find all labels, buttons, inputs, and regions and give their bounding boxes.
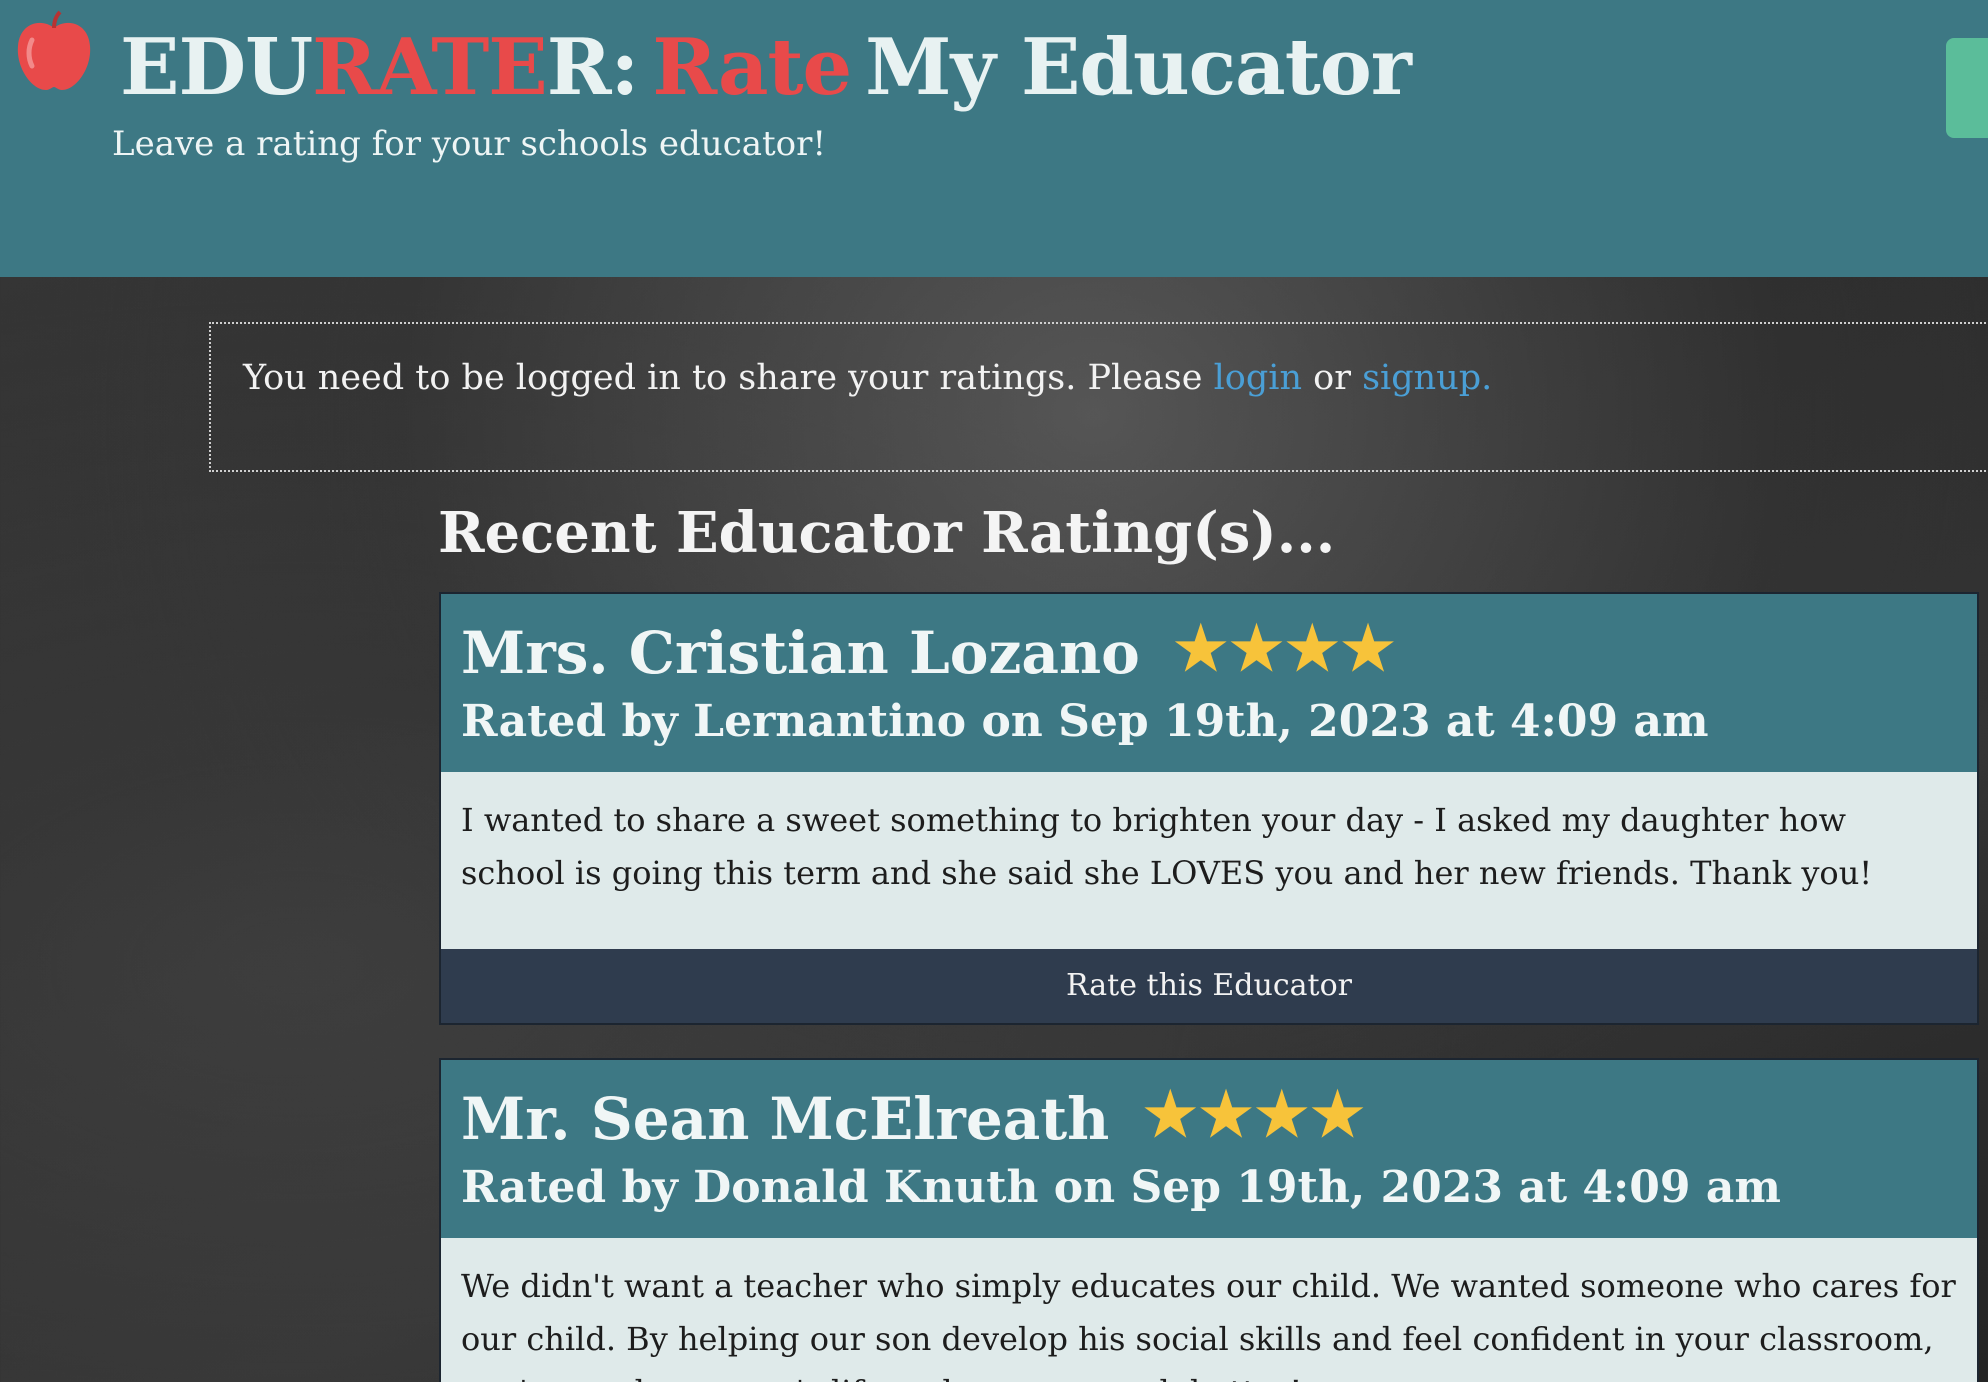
brand-rest: My Educator: [865, 22, 1412, 113]
rating-body: We didn't want a teacher who simply educ…: [461, 1267, 1956, 1382]
login-link[interactable]: login: [1214, 358, 1302, 398]
educator-name-text: Mr. Sean McElreath: [461, 1085, 1110, 1153]
site-title: EDURATER: Rate My Educator: [120, 22, 1412, 113]
signup-link[interactable]: signup.: [1362, 358, 1492, 398]
rating-meta: Rated by Donald Knuth on Sep 19th, 2023 …: [461, 1162, 1781, 1213]
rating-card-header: Mr. Sean McElreath ★★★★ Rated by Donald K…: [441, 1060, 1977, 1238]
rating-card-header: Mrs. Cristian Lozano ★★★★ Rated by Lernan…: [441, 594, 1977, 772]
brand-rate: Rate: [652, 22, 852, 113]
notice-or: or: [1313, 358, 1351, 398]
rating-body: I wanted to share a sweet something to b…: [461, 801, 1873, 892]
tagline: Leave a rating for your schools educator…: [112, 124, 827, 164]
rating-meta: Rated by Lernantino on Sep 19th, 2023 at…: [461, 696, 1709, 747]
header-menu-button[interactable]: [1946, 38, 1988, 138]
notice-text-before: You need to be logged in to share your r…: [243, 358, 1203, 398]
star-rating-icon: ★★★★: [1143, 1080, 1367, 1150]
educator-name-text: Mrs. Cristian Lozano: [461, 619, 1140, 687]
notice-text: You need to be logged in to share your r…: [243, 358, 1492, 398]
brand-edu: EDU: [120, 22, 313, 113]
educator-name: Mrs. Cristian Lozano ★★★★: [461, 614, 1397, 687]
star-rating-icon: ★★★★: [1173, 614, 1397, 684]
section-title: Recent Educator Rating(s)...: [438, 500, 1336, 566]
site-header: EDURATER: Rate My Educator Leave a rating …: [0, 0, 1988, 277]
login-notice: You need to be logged in to share your r…: [209, 322, 1988, 472]
apple-logo-icon: [17, 10, 91, 91]
rating-card: Mr. Sean McElreath ★★★★ Rated by Donald K…: [439, 1058, 1979, 1382]
brand-rater: RATE: [312, 22, 548, 113]
educator-name: Mr. Sean McElreath ★★★★: [461, 1080, 1366, 1153]
rate-educator-button[interactable]: Rate this Educator: [441, 949, 1977, 1023]
brand-r: R:: [546, 22, 640, 113]
rating-card: Mrs. Cristian Lozano ★★★★ Rated by Lernan…: [439, 592, 1979, 1025]
